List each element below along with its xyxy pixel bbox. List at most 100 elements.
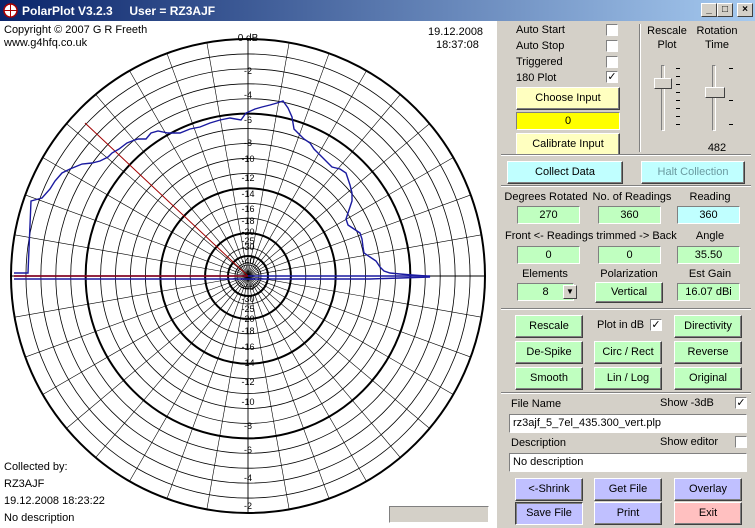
choose-input-button[interactable]: Choose Input — [516, 87, 620, 110]
smooth-button[interactable]: Smooth — [515, 367, 583, 390]
back-trim-field[interactable]: 0 — [598, 246, 661, 264]
vertical-separator — [639, 24, 641, 152]
polarization-button[interactable]: Vertical — [595, 282, 663, 303]
lin-log-button[interactable]: Lin / Log — [594, 367, 662, 390]
db-ring-label: -4 — [244, 473, 252, 483]
collected-at: 19.12.2008 18:23:22 — [4, 495, 105, 507]
despike-button[interactable]: De-Spike — [515, 341, 583, 364]
db-ring-label: -6 — [244, 115, 252, 125]
get-file-button[interactable]: Get File — [594, 478, 662, 501]
collected-by-label: Collected by: — [4, 461, 68, 473]
file-name-label: File Name — [511, 398, 562, 410]
plot-180-label: 180 Plot — [516, 72, 557, 84]
reverse-button[interactable]: Reverse — [674, 341, 742, 364]
plot-180-checkbox[interactable]: ✓ — [606, 71, 618, 83]
slider-tick — [676, 116, 680, 117]
show-3db-label: Show -3dB — [660, 397, 714, 409]
rescale-button[interactable]: Rescale — [515, 315, 583, 338]
overlay-button[interactable]: Overlay — [674, 478, 742, 501]
polar-spoke — [247, 194, 471, 277]
collect-data-button[interactable]: Collect Data — [507, 161, 623, 184]
minimize-button[interactable]: _ — [701, 3, 717, 17]
chevron-down-icon[interactable]: ▼ — [563, 285, 577, 299]
rescale-slider-track[interactable] — [661, 65, 665, 131]
polar-spoke — [129, 275, 249, 482]
show-editor-checkbox[interactable] — [735, 436, 747, 448]
rotation-time-value: 482 — [707, 142, 727, 154]
description-input[interactable]: No description — [509, 453, 747, 472]
db-ring-label: -16 — [241, 204, 254, 214]
polar-plot-area: 0 dB -2 -4 -6 -8 -10 -12 -14 -16 -18 -20 -25 -30 -40-… — [0, 21, 497, 528]
db-ring-label: -6 — [244, 445, 252, 455]
save-file-button[interactable]: Save File — [515, 502, 583, 525]
elements-label: Elements — [522, 268, 568, 280]
slider-tick — [676, 124, 680, 125]
db-ring-label: -40 — [241, 282, 254, 292]
description-label: Description — [511, 437, 567, 449]
plot-date: 19.12.2008 — [428, 26, 484, 38]
plot-time: 18:37:08 — [436, 39, 479, 51]
db-ring-label: -12 — [241, 173, 254, 183]
calibrate-input-button[interactable]: Calibrate Input — [516, 133, 620, 156]
db-ring-label: -25 — [241, 304, 254, 314]
db-ring-label: -14 — [241, 189, 254, 199]
triggered-checkbox[interactable] — [606, 56, 618, 68]
polarization-label: Polarization — [600, 268, 658, 280]
polar-spoke — [247, 234, 482, 277]
rescale-slider-thumb[interactable] — [654, 78, 672, 89]
print-button[interactable]: Print — [594, 502, 662, 525]
db-ring-label: -4 — [244, 90, 252, 100]
slider-tick — [676, 76, 680, 77]
slider-tick — [729, 68, 733, 69]
rotation-slider-track[interactable] — [712, 65, 716, 131]
polar-spoke — [166, 275, 249, 499]
polar-spoke — [14, 275, 249, 318]
rotation-time-label-2: Time — [704, 39, 730, 51]
shrink-button[interactable]: <-Shrink — [515, 478, 583, 501]
polar-plot: 0 dB-2-4-6-8-10-12-14-16-18-20-25-30-40-… — [10, 33, 486, 514]
exit-button[interactable]: Exit — [674, 502, 742, 525]
angle-field: 35.50 — [677, 246, 740, 264]
original-button[interactable]: Original — [674, 367, 742, 390]
degrees-rotated-label: Degrees Rotated — [504, 191, 588, 203]
slider-tick — [676, 108, 680, 109]
halt-collection-button[interactable]: Halt Collection — [641, 161, 745, 184]
directivity-button[interactable]: Directivity — [674, 315, 742, 338]
slider-tick — [676, 100, 680, 101]
plot-in-db-checkbox[interactable]: ✓ — [650, 319, 662, 331]
separator — [501, 392, 751, 394]
db-ring-label: -2 — [244, 501, 252, 511]
polar-spoke — [247, 275, 330, 499]
polar-spoke — [247, 275, 454, 395]
triggered-label: Triggered — [516, 56, 563, 68]
rotation-slider-thumb[interactable] — [705, 87, 725, 98]
db-ring-label: -10 — [241, 397, 254, 407]
db-ring-label: -16 — [241, 342, 254, 352]
circ-rect-button[interactable]: Circ / Rect — [594, 341, 662, 364]
db-ring-label: -40 — [241, 256, 254, 266]
db-ring-label: -14 — [241, 358, 254, 368]
maximize-button[interactable]: □ — [717, 3, 733, 17]
est-gain-field: 16.07 dBi — [677, 283, 740, 301]
est-gain-label: Est Gain — [688, 268, 732, 280]
db-ring-label: -8 — [244, 138, 252, 148]
show-3db-checkbox[interactable]: ✓ — [735, 397, 747, 409]
auto-start-label: Auto Start — [516, 24, 565, 36]
db-ring-label: -12 — [241, 377, 254, 387]
collector-name: RZ3AJF — [4, 478, 45, 490]
auto-start-checkbox[interactable] — [606, 24, 618, 36]
auto-stop-checkbox[interactable] — [606, 40, 618, 52]
close-button[interactable]: × — [737, 3, 753, 17]
polar-spoke — [247, 157, 454, 277]
polar-spoke — [25, 275, 249, 358]
db-ring-label: -8 — [244, 421, 252, 431]
file-name-input[interactable]: rz3ajf_5_7el_435.300_vert.plp — [509, 414, 747, 433]
rescale-plot-label-1: Rescale — [647, 25, 687, 37]
plot-in-db-label: Plot in dB — [597, 319, 645, 331]
front-trim-field[interactable]: 0 — [517, 246, 580, 264]
website-text: www.g4hfq.co.uk — [4, 37, 88, 49]
polar-spoke — [247, 70, 367, 277]
polar-spoke — [129, 70, 249, 277]
no-of-readings-label: No. of Readings — [592, 191, 672, 203]
slider-tick — [676, 92, 680, 93]
